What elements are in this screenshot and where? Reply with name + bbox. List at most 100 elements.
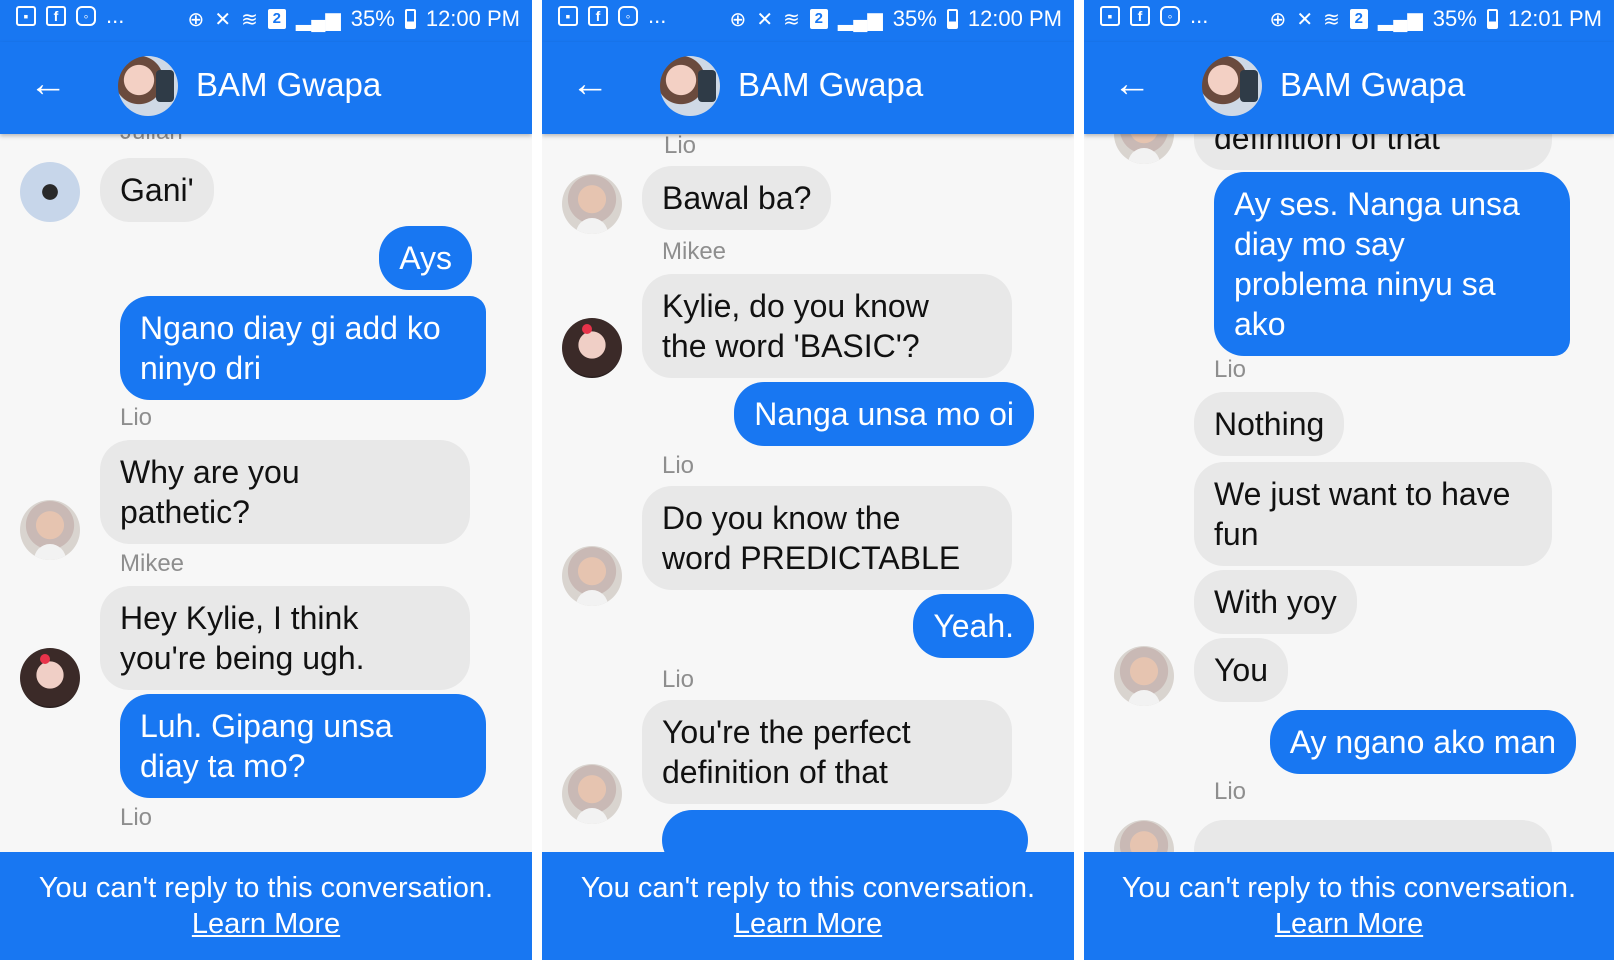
avatar[interactable] [562,174,622,234]
data-saver-icon: ⊕ [187,8,205,31]
mute-icon: ✕ [214,8,232,31]
chat-panel-2: ▪ f ◦ ... ⊕ ✕ ≋ 2 ▂▄▆ 35% 12:00 PM ← BAM… [542,0,1074,960]
facebook-icon: f [1130,6,1150,26]
message-bubble[interactable]: Kylie, do you know the word 'BASIC'? [642,274,1012,378]
sender-name: Lio [662,666,695,693]
avatar-partial[interactable] [1114,820,1174,852]
sender-name: Mikee [120,550,185,577]
reply-disabled-text: You can't reply to this conversation. [1121,872,1577,904]
message-bubble[interactable]: Nanga unsa mo oi [734,382,1034,446]
clock: 12:00 PM [967,6,1062,31]
message-bubble[interactable]: Ngano diay gi add ko ninyo dri [120,296,486,400]
more-notifications: ... [648,3,667,28]
app-bar: ← BAM Gwapa [1084,42,1614,134]
learn-more-link[interactable]: Learn More [1084,908,1614,941]
message-bubble[interactable]: We just want to have fun [1194,462,1552,566]
message-bubble[interactable]: Yeah. [913,594,1034,658]
avatar[interactable] [1114,134,1174,164]
message-bubble[interactable]: Ay ses. Nanga unsa diay mo say problema … [1214,172,1570,356]
back-arrow-icon[interactable]: ← [1112,64,1152,104]
back-arrow-icon[interactable]: ← [28,64,68,104]
avatar[interactable] [1114,646,1174,706]
message-bubble[interactable]: Why are you pathetic? [100,440,470,544]
sender-name: Lio [120,804,153,831]
reply-disabled-text: You can't reply to this conversation. [580,872,1036,904]
signal-icon: ▂▄▆ [837,8,883,31]
message-list[interactable]: Julian Gani' Ays Ngano diay gi add konin… [0,134,532,852]
signal-icon: ▂▄▆ [295,8,341,31]
instagram-icon: ◦ [618,6,638,26]
group-avatar[interactable] [660,56,720,116]
learn-more-link[interactable]: Learn More [0,908,532,941]
reply-disabled-text: You can't reply to this conversation. [38,872,494,904]
wifi-icon: ≋ [1323,8,1340,31]
facebook-icon: f [588,6,608,26]
message-bubble[interactable]: Gani' [100,158,214,222]
data-saver-icon: ⊕ [1269,8,1287,31]
message-bubble[interactable]: Ay ngano ako man [1269,710,1576,774]
avatar[interactable] [20,648,80,708]
message-bubble[interactable]: With yoy [1194,570,1357,634]
group-avatar[interactable] [1202,56,1262,116]
avatar[interactable] [562,318,622,378]
back-arrow-icon[interactable]: ← [570,64,610,104]
panel-divider [1074,0,1084,960]
message-bubble[interactable]: Hey Kylie, I think you're being ugh. [100,586,470,690]
sim-badge: 2 [267,9,286,29]
avatar[interactable] [562,764,622,824]
message-list[interactable]: Lio Bawal ba? Mikee Kylie, do you know th… [542,134,1074,852]
battery-icon [1486,9,1498,29]
group-avatar[interactable] [118,56,178,116]
app-bar: ← BAM Gwapa [0,42,532,134]
message-bubble[interactable]: You [1194,638,1288,702]
learn-more-link[interactable]: Learn More [542,908,1074,941]
instagram-icon: ◦ [76,6,96,26]
reply-disabled-banner: You can't reply to this conversation. Le… [0,852,532,960]
message-bubble-partial[interactable] [662,810,1028,852]
message-bubble[interactable]: definition of that [1194,134,1552,170]
wifi-icon: ≋ [241,8,258,31]
battery-icon [946,9,958,29]
message-bubble[interactable]: Nothing [1194,392,1345,456]
status-bar: ▪ f ◦ ... ⊕ ✕ ≋ 2 ▂▄▆ 35% 12:00 PM [542,0,1074,42]
sender-name: Mikee [662,238,727,265]
data-saver-icon: ⊕ [729,8,747,31]
reply-disabled-banner: You can't reply to this conversation. Le… [542,852,1074,960]
mute-icon: ✕ [756,8,774,31]
more-notifications: ... [1190,3,1209,28]
conversation-title[interactable]: BAM Gwapa [738,66,923,104]
instagram-icon: ◦ [1160,6,1180,26]
battery-percent: 35% [350,6,395,31]
sender-name: Lio [662,452,695,479]
status-bar: ▪ f ◦ ... ⊕ ✕ ≋ 2 ▂▄▆ 35% 12:01 PM [1084,0,1614,42]
conversation-title[interactable]: BAM Gwapa [196,66,381,104]
sim-badge: 2 [1349,9,1368,29]
sender-name: Lio [120,404,153,431]
sender-name: Lio [664,134,697,159]
message-bubble[interactable]: Bawal ba? [642,166,832,230]
avatar[interactable] [562,546,622,606]
message-bubble-partial[interactable] [1194,820,1552,852]
avatar[interactable] [20,500,80,560]
more-notifications: ... [106,3,125,28]
image-icon: ▪ [558,6,578,26]
signal-icon: ▂▄▆ [1377,8,1423,31]
image-icon: ▪ [1100,6,1120,26]
facebook-icon: f [46,6,66,26]
status-bar: ▪ f ◦ ... ⊕ ✕ ≋ 2 ▂▄▆ 35% 12:00 PM [0,0,532,42]
message-list[interactable]: definition of that Ay ses. Nanga unsa di… [1084,134,1614,852]
reply-disabled-banner: You can't reply to this conversation. Le… [1084,852,1614,960]
sim-badge: 2 [809,9,828,29]
message-bubble[interactable]: Do you know the word PREDICTABLE [642,486,1012,590]
panel-divider [532,0,542,960]
message-bubble[interactable]: You're the perfect definition of that [642,700,1012,804]
avatar[interactable] [20,162,80,222]
chat-panel-1: ▪ f ◦ ... ⊕ ✕ ≋ 2 ▂▄▆ 35% 12:00 PM ← BAM… [0,0,532,960]
sender-name: Lio [1214,356,1247,383]
clock: 12:00 PM [425,6,520,31]
message-bubble[interactable]: Luh. Gipang unsa diay ta mo? [120,694,486,798]
app-bar: ← BAM Gwapa [542,42,1074,134]
image-icon: ▪ [16,6,36,26]
message-bubble[interactable]: Ays [379,226,472,290]
conversation-title[interactable]: BAM Gwapa [1280,66,1465,104]
